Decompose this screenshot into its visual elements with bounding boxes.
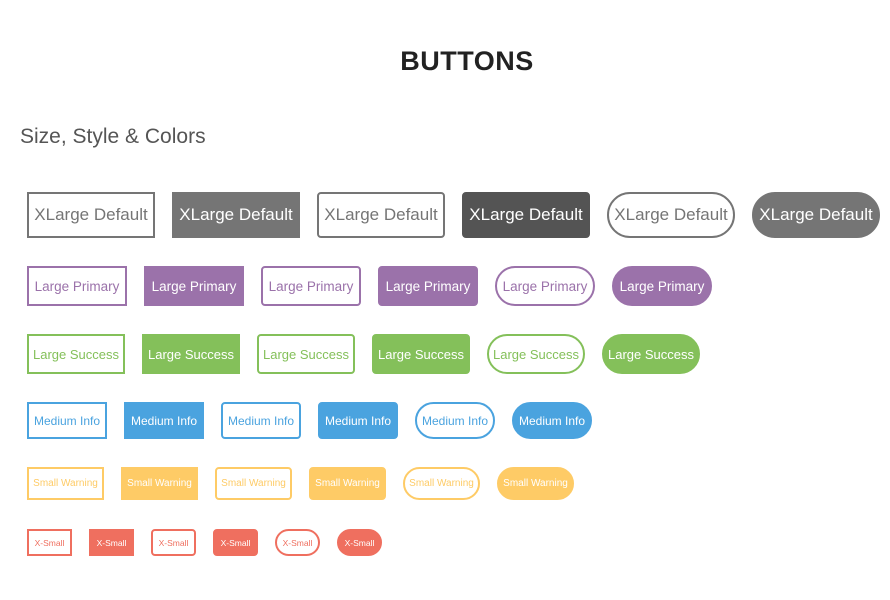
info-square-outline-button[interactable]: Medium Info <box>27 402 107 439</box>
info-rounded-filled-button[interactable]: Medium Info <box>318 402 398 439</box>
default-pill-outline-button[interactable]: XLarge Default <box>607 192 735 238</box>
warning-rounded-filled-button[interactable]: Small Warning <box>309 467 386 500</box>
info-square-filled-button[interactable]: Medium Info <box>124 402 204 439</box>
danger-square-filled-button[interactable]: X-Small <box>89 529 134 556</box>
info-pill-outline-button[interactable]: Medium Info <box>415 402 495 439</box>
danger-square-outline-button[interactable]: X-Small <box>27 529 72 556</box>
danger-rounded-outline-button[interactable]: X-Small <box>151 529 196 556</box>
info-rounded-outline-button[interactable]: Medium Info <box>221 402 301 439</box>
danger-pill-outline-button[interactable]: X-Small <box>275 529 320 556</box>
warning-pill-outline-button[interactable]: Small Warning <box>403 467 480 500</box>
success-rounded-filled-button[interactable]: Large Success <box>372 334 470 374</box>
danger-rounded-filled-button[interactable]: X-Small <box>213 529 258 556</box>
default-rounded-filled-button[interactable]: XLarge Default <box>462 192 590 238</box>
default-pill-filled-button[interactable]: XLarge Default <box>752 192 880 238</box>
button-row-primary: Large Primary Large Primary Large Primary L… <box>27 266 729 306</box>
primary-pill-filled-button[interactable]: Large Primary <box>612 266 712 306</box>
success-square-filled-button[interactable]: Large Success <box>142 334 240 374</box>
button-row-warning: Small Warning Small Warning Small Warning S… <box>27 467 591 500</box>
page-title: BUTTONS <box>400 46 534 76</box>
success-pill-filled-button[interactable]: Large Success <box>602 334 700 374</box>
default-square-filled-button[interactable]: XLarge Default <box>172 192 300 238</box>
primary-pill-outline-button[interactable]: Large Primary <box>495 266 595 306</box>
button-row-success: Large Success Large Success Large Success L… <box>27 334 717 374</box>
warning-rounded-outline-button[interactable]: Small Warning <box>215 467 292 500</box>
button-row-default: XLarge Default XLarge Default XLarge Defau… <box>27 192 890 238</box>
warning-square-filled-button[interactable]: Small Warning <box>121 467 198 500</box>
primary-square-outline-button[interactable]: Large Primary <box>27 266 127 306</box>
default-rounded-outline-button[interactable]: XLarge Default <box>317 192 445 238</box>
success-rounded-outline-button[interactable]: Large Success <box>257 334 355 374</box>
primary-rounded-outline-button[interactable]: Large Primary <box>261 266 361 306</box>
danger-pill-filled-button[interactable]: X-Small <box>337 529 382 556</box>
primary-square-filled-button[interactable]: Large Primary <box>144 266 244 306</box>
warning-square-outline-button[interactable]: Small Warning <box>27 467 104 500</box>
info-pill-filled-button[interactable]: Medium Info <box>512 402 592 439</box>
button-row-danger: X-Small X-Small X-Small X-Small X-Small X-Sma… <box>27 529 399 556</box>
warning-pill-filled-button[interactable]: Small Warning <box>497 467 574 500</box>
success-square-outline-button[interactable]: Large Success <box>27 334 125 374</box>
default-square-outline-button[interactable]: XLarge Default <box>27 192 155 238</box>
button-row-info: Medium Info Medium Info Medium Info Medium … <box>27 402 609 439</box>
primary-rounded-filled-button[interactable]: Large Primary <box>378 266 478 306</box>
success-pill-outline-button[interactable]: Large Success <box>487 334 585 374</box>
section-subtitle: Size, Style & Colors <box>20 125 206 148</box>
